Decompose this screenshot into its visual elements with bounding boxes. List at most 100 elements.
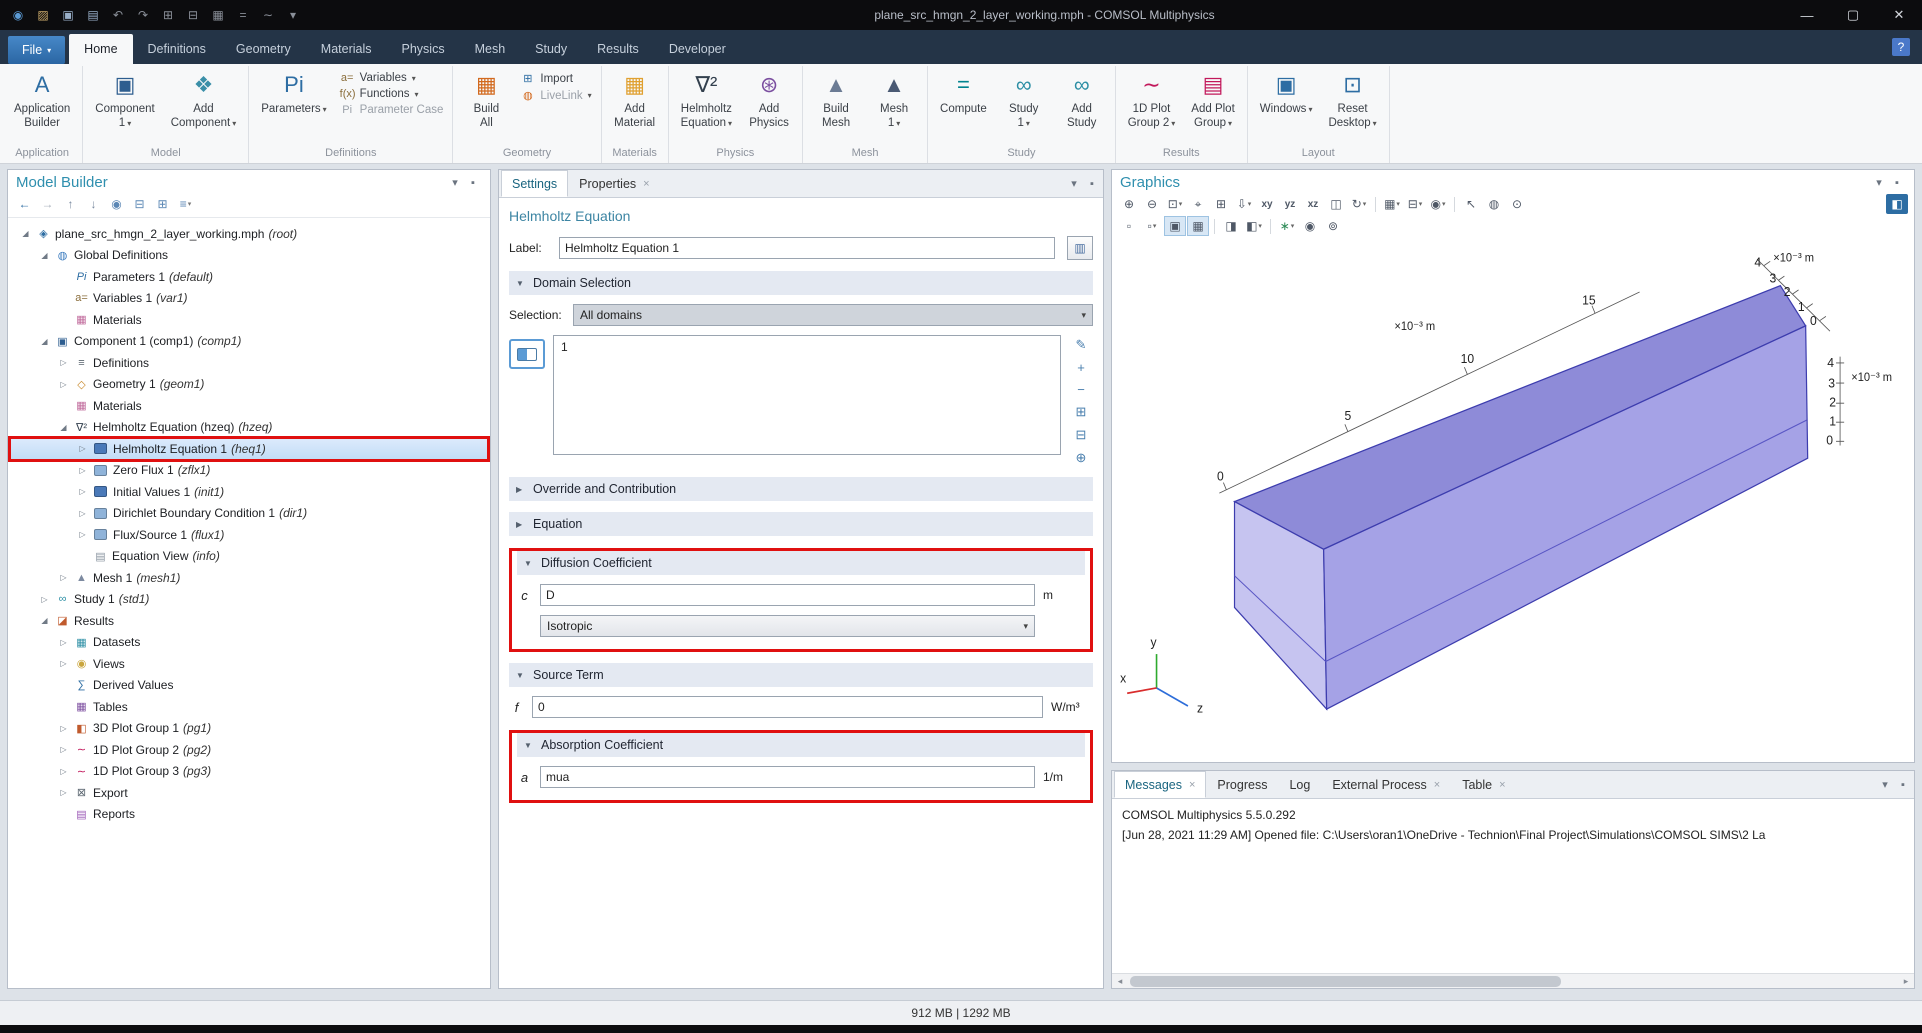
copy-icon[interactable]: ⊞ [156, 4, 180, 26]
tab-external-process[interactable]: External Process× [1321, 771, 1451, 798]
plot-group-button[interactable]: ∼1D PlotGroup 2▾ [1121, 66, 1183, 132]
tree-item[interactable]: ▷Dirichlet Boundary Condition 1(dir1) [10, 503, 488, 525]
default-view-icon[interactable]: ◫ [1325, 194, 1347, 214]
close-icon[interactable]: ✕ [1876, 0, 1922, 30]
reset-hiding-icon[interactable]: ◧▾ [1243, 216, 1265, 236]
zoom-extents-icon[interactable]: ⌖ [1187, 194, 1209, 214]
minimize-icon[interactable]: — [1784, 0, 1830, 30]
tab-progress[interactable]: Progress [1206, 771, 1278, 798]
tree-expand-icon[interactable]: ▷ [55, 638, 72, 647]
fit-window-icon[interactable]: ⊞ [1210, 194, 1232, 214]
tree-item[interactable]: ▤Equation View(info) [10, 546, 488, 568]
parameters-button[interactable]: PiParameters▾ [254, 66, 333, 119]
move-up-icon[interactable]: ↑ [60, 195, 81, 213]
scroll-right-icon[interactable]: ▸ [1898, 976, 1914, 987]
tab-log[interactable]: Log [1278, 771, 1321, 798]
tree-item[interactable]: ▷◉Views [10, 653, 488, 675]
mesh-1-button[interactable]: ▲Mesh1▾ [866, 66, 922, 132]
maximize-icon[interactable]: ▢ [1830, 0, 1876, 30]
build-icon[interactable]: ▦ [206, 4, 230, 26]
tab-properties[interactable]: Properties × [568, 170, 660, 197]
back-icon[interactable]: ← [14, 195, 35, 213]
tree-item[interactable]: a=Variables 1(var1) [10, 288, 488, 310]
tree-expand-icon[interactable]: ▷ [55, 724, 72, 733]
view-xy-icon[interactable]: xy [1256, 194, 1278, 214]
save-icon[interactable]: ▣ [56, 4, 80, 26]
color-theme-icon[interactable]: ▦▾ [1381, 194, 1403, 214]
show-icon[interactable]: ◉ [106, 195, 127, 213]
close-icon[interactable]: × [643, 178, 649, 190]
tree-item[interactable]: ▷▦Datasets [10, 632, 488, 654]
show-grid-icon[interactable]: ▦ [1187, 216, 1209, 236]
scroll-left-icon[interactable]: ◂ [1112, 976, 1128, 987]
tree-expand-icon[interactable]: ▷ [55, 659, 72, 668]
tree-expand-icon[interactable]: ◢ [36, 337, 53, 346]
plot-window-icon[interactable]: ◧ [1886, 194, 1908, 214]
hide-selected-icon[interactable]: ◨ [1220, 216, 1242, 236]
undo-icon[interactable]: ↶ [106, 4, 130, 26]
tree-item[interactable]: ◢▣Component 1 (comp1)(comp1) [10, 331, 488, 353]
panel-pin-icon[interactable]: ▪ [1888, 177, 1906, 189]
build-mesh-button[interactable]: ▲BuildMesh [808, 66, 864, 132]
panel-menu-icon[interactable]: ▾ [1870, 176, 1888, 189]
tree-expand-icon[interactable]: ▷ [74, 509, 91, 518]
ribbon-tab-materials[interactable]: Materials [306, 34, 387, 64]
absorption-input[interactable] [540, 766, 1035, 788]
section-diffusion-coefficient[interactable]: ▼ Diffusion Coefficient [517, 551, 1085, 575]
tree-expand-icon[interactable]: ◢ [17, 229, 34, 238]
tree-item[interactable]: ▷≡Definitions [10, 352, 488, 374]
environment-icon[interactable]: ⊚ [1322, 216, 1344, 236]
model-tree-menu-icon[interactable]: ≡▾ [175, 195, 196, 213]
tree-expand-icon[interactable]: ▷ [74, 444, 91, 453]
tree-expand-icon[interactable]: ◢ [36, 616, 53, 625]
graphics-canvas[interactable]: 4×10⁻³ m321015×10⁻³ m105043210×10⁻³ mxyz [1113, 238, 1913, 761]
tree-expand-icon[interactable]: ▷ [55, 380, 72, 389]
collapse-all-icon[interactable]: ⊟ [129, 195, 150, 213]
zoom-to-selection-icon[interactable]: ⊕ [1076, 450, 1087, 466]
add-study-button[interactable]: ∞AddStudy [1054, 66, 1110, 132]
source-input[interactable] [532, 696, 1043, 718]
transparency-icon[interactable]: ◍ [1483, 194, 1505, 214]
comsol-logo[interactable]: ◉ [6, 4, 30, 26]
add-plot-group-button[interactable]: ▤Add PlotGroup▾ [1184, 66, 1241, 132]
section-domain-selection[interactable]: ▼ Domain Selection [509, 271, 1093, 295]
tree-item[interactable]: ▷Helmholtz Equation 1(heq1) [10, 438, 488, 460]
tree-item[interactable]: ▷◧3D Plot Group 1(pg1) [10, 718, 488, 740]
remove-from-selection-icon[interactable]: − [1077, 382, 1085, 397]
add-to-selection-icon[interactable]: + [1077, 360, 1085, 375]
helmholtz-equation-button[interactable]: ∇²HelmholtzEquation▾ [674, 66, 739, 132]
tree-item[interactable]: ▷⊠Export [10, 782, 488, 804]
tree-item[interactable]: ▷Initial Values 1(init1) [10, 481, 488, 503]
panel-menu-icon[interactable]: ▾ [446, 176, 464, 189]
tree-item[interactable]: PiParameters 1(default) [10, 266, 488, 288]
paste-selection-icon[interactable]: ⊟ [1076, 427, 1087, 443]
tree-item[interactable]: ∑Derived Values [10, 675, 488, 697]
view-xz-icon[interactable]: xz [1302, 194, 1324, 214]
zoom-out-icon[interactable]: ⊖ [1141, 194, 1163, 214]
compute-icon[interactable]: = [231, 4, 255, 26]
select-icon[interactable]: ↖ [1460, 194, 1482, 214]
ribbon-tab-geometry[interactable]: Geometry [221, 34, 306, 64]
horizontal-scrollbar[interactable]: ◂ ▸ [1112, 973, 1914, 988]
scrollbar-track[interactable] [1128, 976, 1898, 987]
camera-icon[interactable]: ◉ [1299, 216, 1321, 236]
snapshot-icon[interactable]: ◉▾ [1427, 194, 1449, 214]
panel-menu-icon[interactable]: ▾ [1065, 177, 1083, 190]
print-icon[interactable]: ⊟▾ [1404, 194, 1426, 214]
tree-expand-icon[interactable]: ▷ [55, 745, 72, 754]
tree-expand-icon[interactable]: ◢ [36, 251, 53, 260]
ribbon-tab-study[interactable]: Study [520, 34, 582, 64]
tree-item[interactable]: ▤Reports [10, 804, 488, 826]
panel-pin-icon[interactable]: ▪ [464, 177, 482, 189]
close-icon[interactable]: × [1189, 779, 1195, 791]
reset-desktop-button[interactable]: ⊡ResetDesktop▾ [1321, 66, 1383, 132]
tree-item[interactable]: ▷Zero Flux 1(zflx1) [10, 460, 488, 482]
redo-icon[interactable]: ↷ [131, 4, 155, 26]
plot-icon[interactable]: ∼ [256, 4, 280, 26]
show-material-color-icon[interactable]: ▣ [1164, 216, 1186, 236]
compute-button[interactable]: =Compute [933, 66, 994, 119]
active-selection-toggle[interactable] [509, 339, 545, 369]
ribbon-tab-results[interactable]: Results [582, 34, 654, 64]
close-icon[interactable]: × [1499, 779, 1505, 791]
tree-item[interactable]: ▦Materials [10, 309, 488, 331]
